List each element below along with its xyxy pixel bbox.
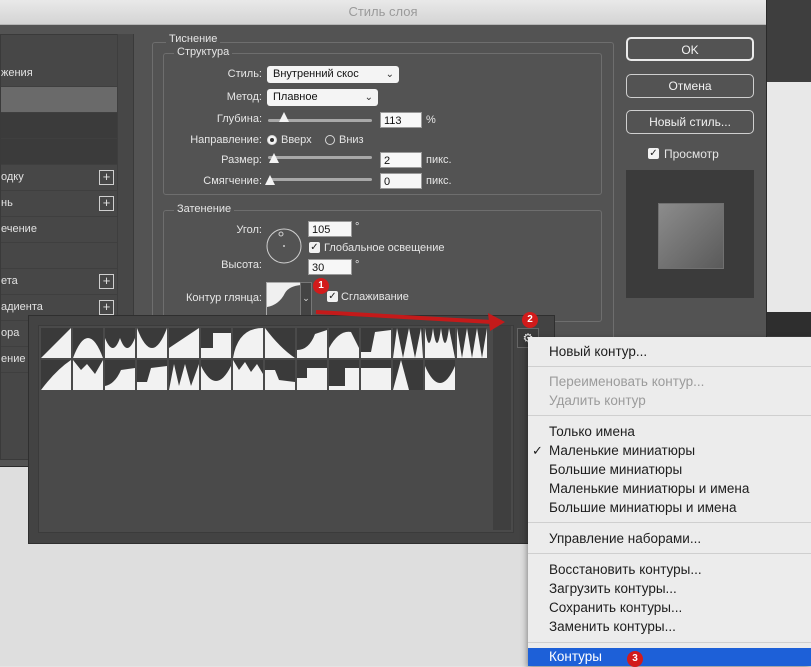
menu-item-save-contours[interactable]: Сохранить контуры... — [549, 600, 682, 615]
menu-item-manage-presets[interactable]: Управление наборами... — [549, 531, 701, 546]
menu-item-new-contour[interactable]: Новый контур... — [549, 344, 647, 359]
menu-item-replace-contours[interactable]: Заменить контуры... — [549, 619, 676, 634]
step-badge-3: 3 — [627, 651, 643, 667]
menu-item-names-only[interactable]: Только имена — [549, 424, 635, 439]
menu-item-small-thumbnails[interactable]: Маленькие миниатюры — [549, 443, 695, 458]
menu-item-contours[interactable]: Контуры — [528, 648, 811, 666]
menu-item-small-list[interactable]: Маленькие миниатюры и имена — [549, 481, 749, 496]
step-badge-2: 2 — [522, 312, 538, 328]
menu-item-large-thumbnails[interactable]: Большие миниатюры — [549, 462, 682, 477]
menu-item-delete-contour[interactable]: Удалить контур — [549, 393, 646, 408]
step-badge-1: 1 — [313, 278, 329, 294]
menu-item-contours-label: Контуры — [549, 649, 602, 664]
menu-item-reset-contours[interactable]: Восстановить контуры... — [549, 562, 702, 577]
menu-item-large-list[interactable]: Большие миниатюры и имена — [549, 500, 737, 515]
contour-options-menu: Новый контур... Переименовать контур... … — [528, 337, 811, 666]
checkmark-icon: ✓ — [532, 443, 543, 458]
menu-item-rename-contour[interactable]: Переименовать контур... — [549, 374, 704, 389]
menu-item-load-contours[interactable]: Загрузить контуры... — [549, 581, 677, 596]
